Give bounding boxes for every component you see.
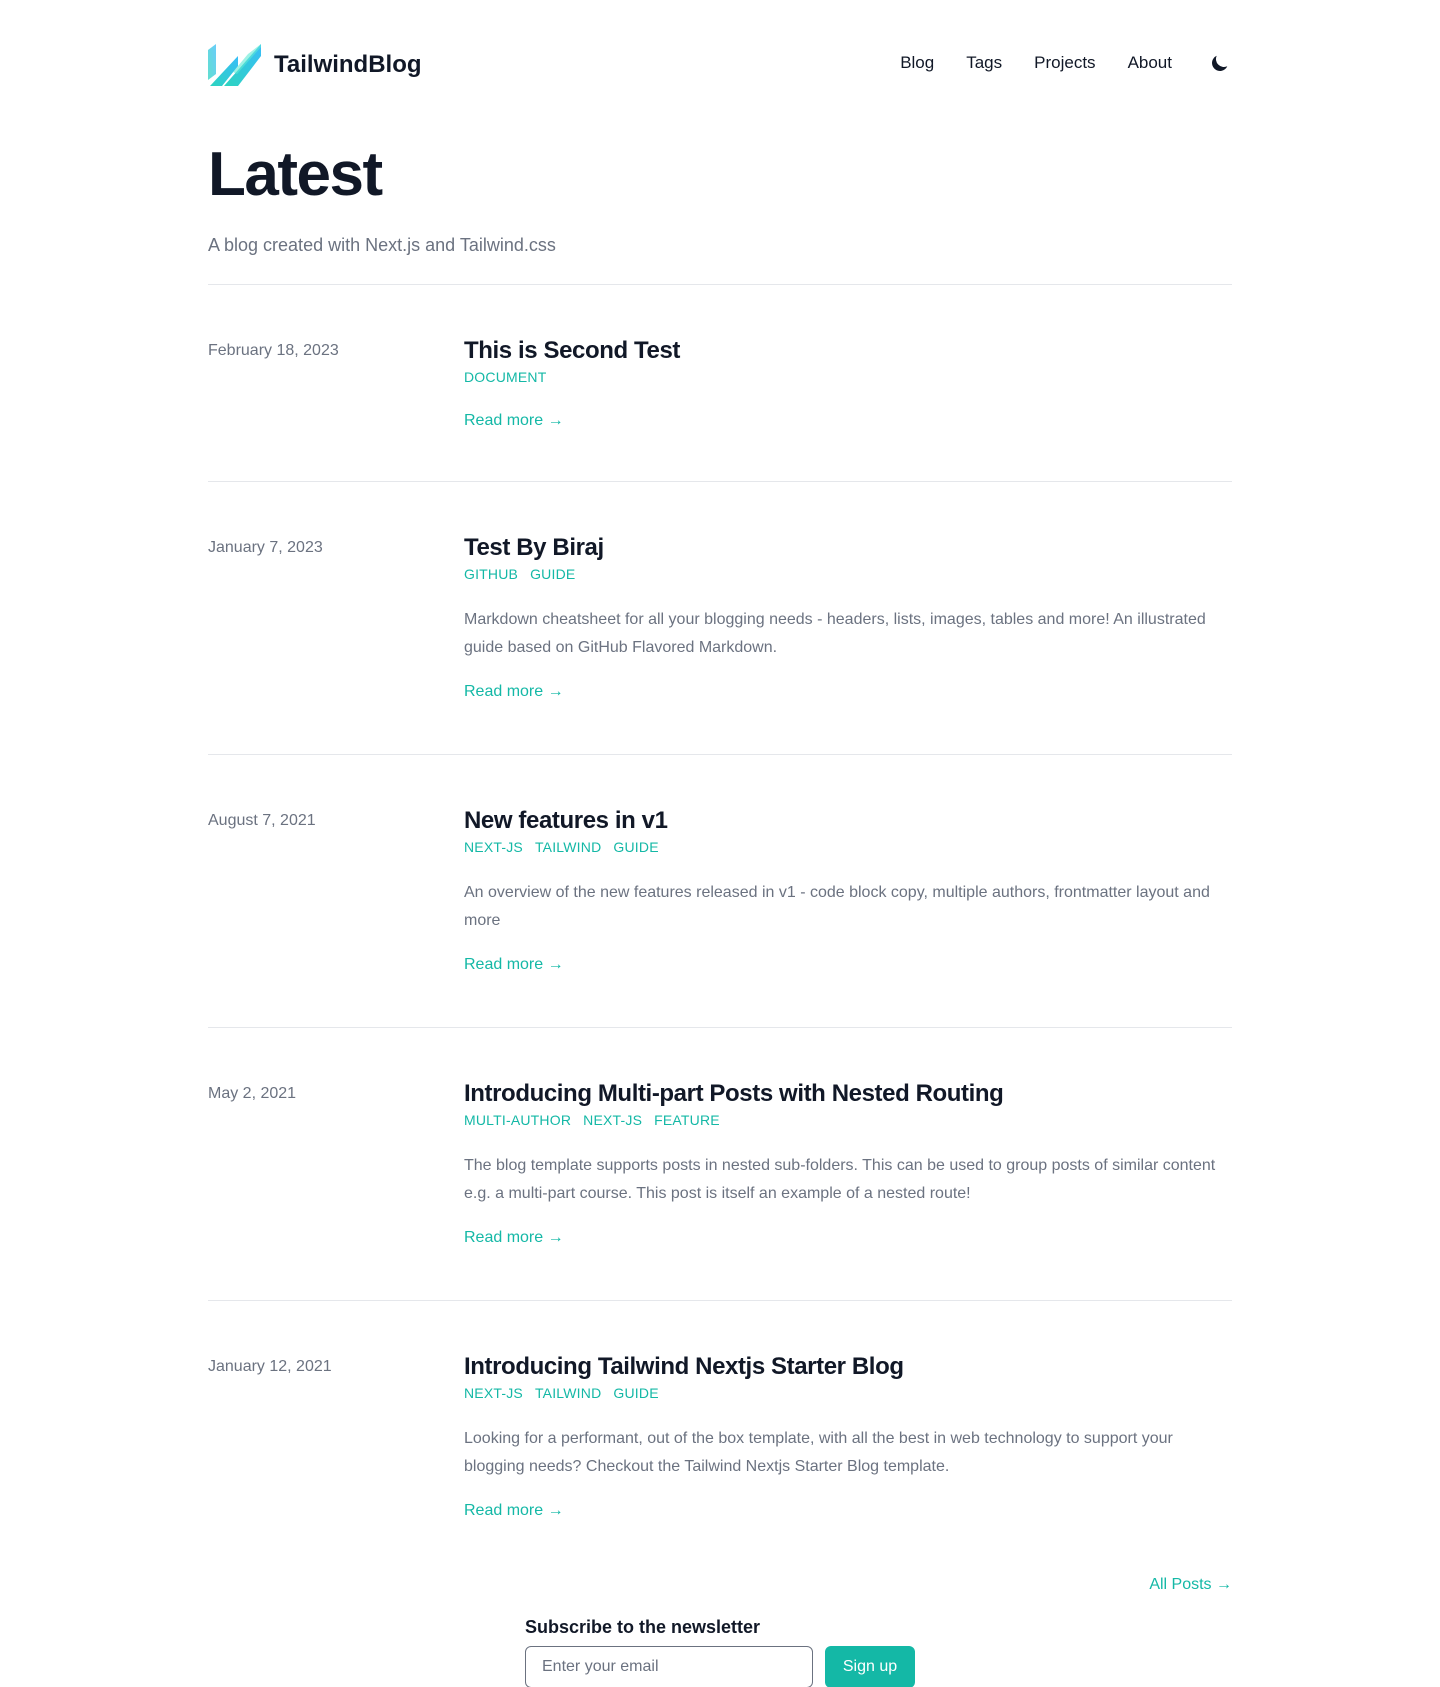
tag-link[interactable]: GUIDE [530, 566, 575, 582]
tag-list: GITHUB GUIDE [464, 564, 1232, 584]
divider [208, 481, 1232, 482]
nav-link-projects[interactable]: Projects [1034, 53, 1095, 73]
tag-link[interactable]: GUIDE [613, 839, 658, 855]
post-date: February 18, 2023 [208, 342, 339, 359]
email-input[interactable] [525, 1646, 813, 1687]
tag-link[interactable]: DOCUMENT [464, 369, 546, 385]
read-more-link[interactable]: Read more → [464, 409, 564, 433]
nav-link-about[interactable]: About [1128, 53, 1172, 73]
post-title-link[interactable]: This is Second Test [464, 335, 1232, 367]
page-subtitle: A blog created with Next.js and Tailwind… [208, 235, 556, 255]
divider [208, 754, 1232, 755]
nav-link-blog[interactable]: Blog [900, 53, 934, 73]
post-body: This is Second Test DOCUMENT Read more → [464, 335, 1232, 433]
tag-link[interactable]: TAILWIND [535, 839, 601, 855]
read-more-link[interactable]: Read more → [464, 953, 564, 977]
post-date: May 2, 2021 [208, 1085, 297, 1102]
signup-button[interactable]: Sign up [825, 1646, 915, 1687]
read-more-link[interactable]: Read more → [464, 680, 564, 704]
site-title: TailwindBlog [274, 51, 422, 78]
tag-list: MULTI-AUTHOR NEXT-JS FEATURE [464, 1110, 1232, 1130]
theme-toggle-button[interactable] [1208, 51, 1232, 75]
post-body: Introducing Multi-part Posts with Nested… [464, 1078, 1232, 1250]
post-title-link[interactable]: New features in v1 [464, 805, 1232, 837]
post-summary: Looking for a performant, out of the box… [464, 1430, 1173, 1475]
post-body: New features in v1 NEXT-JS TAILWIND GUID… [464, 805, 1232, 977]
post-body: Introducing Tailwind Nextjs Starter Blog… [464, 1351, 1232, 1523]
post-date: August 7, 2021 [208, 812, 316, 829]
hero: Latest A blog created with Next.js and T… [208, 140, 1232, 258]
tag-list: DOCUMENT [464, 367, 1232, 387]
main-nav: Blog Tags Projects About [900, 48, 1232, 78]
site-header: TailwindBlog Blog Tags Projects About [208, 40, 1232, 90]
tag-link[interactable]: TAILWIND [535, 1385, 601, 1401]
post-summary: An overview of the new features released… [464, 884, 1210, 929]
divider [208, 1300, 1232, 1301]
tag-list: NEXT-JS TAILWIND GUIDE [464, 1383, 1232, 1403]
post-date: January 12, 2021 [208, 1358, 332, 1375]
post-summary: The blog template supports posts in nest… [464, 1157, 1216, 1202]
tag-link[interactable]: GUIDE [613, 1385, 658, 1401]
logo-icon [208, 44, 261, 86]
tag-link[interactable]: NEXT-JS [464, 839, 523, 855]
moon-icon [1212, 55, 1228, 71]
read-more-link[interactable]: Read more → [464, 1226, 564, 1250]
newsletter-form: Sign up [525, 1646, 915, 1687]
post-body: Test By Biraj GITHUB GUIDE Markdown chea… [464, 532, 1232, 704]
tag-link[interactable]: MULTI-AUTHOR [464, 1112, 571, 1128]
divider [208, 1027, 1232, 1028]
divider [208, 284, 1232, 285]
post-date: January 7, 2023 [208, 539, 323, 556]
read-more-link[interactable]: Read more → [464, 1499, 564, 1523]
logo-link[interactable]: TailwindBlog [208, 40, 422, 90]
tag-link[interactable]: NEXT-JS [583, 1112, 642, 1128]
all-posts-link[interactable]: All Posts → [1149, 1573, 1232, 1597]
page-title: Latest [208, 140, 383, 209]
tag-list: NEXT-JS TAILWIND GUIDE [464, 837, 1232, 857]
post-title-link[interactable]: Introducing Multi-part Posts with Nested… [464, 1078, 1232, 1110]
post-title-link[interactable]: Test By Biraj [464, 532, 1232, 564]
newsletter-title: Subscribe to the newsletter [525, 1617, 761, 1637]
newsletter-section: Subscribe to the newsletter Sign up [525, 1614, 945, 1687]
post-summary: Markdown cheatsheet for all your bloggin… [464, 611, 1206, 656]
nav-link-tags[interactable]: Tags [966, 53, 1002, 73]
tag-link[interactable]: NEXT-JS [464, 1385, 523, 1401]
post-title-link[interactable]: Introducing Tailwind Nextjs Starter Blog [464, 1351, 1232, 1383]
tag-link[interactable]: GITHUB [464, 566, 518, 582]
tag-link[interactable]: FEATURE [654, 1112, 720, 1128]
